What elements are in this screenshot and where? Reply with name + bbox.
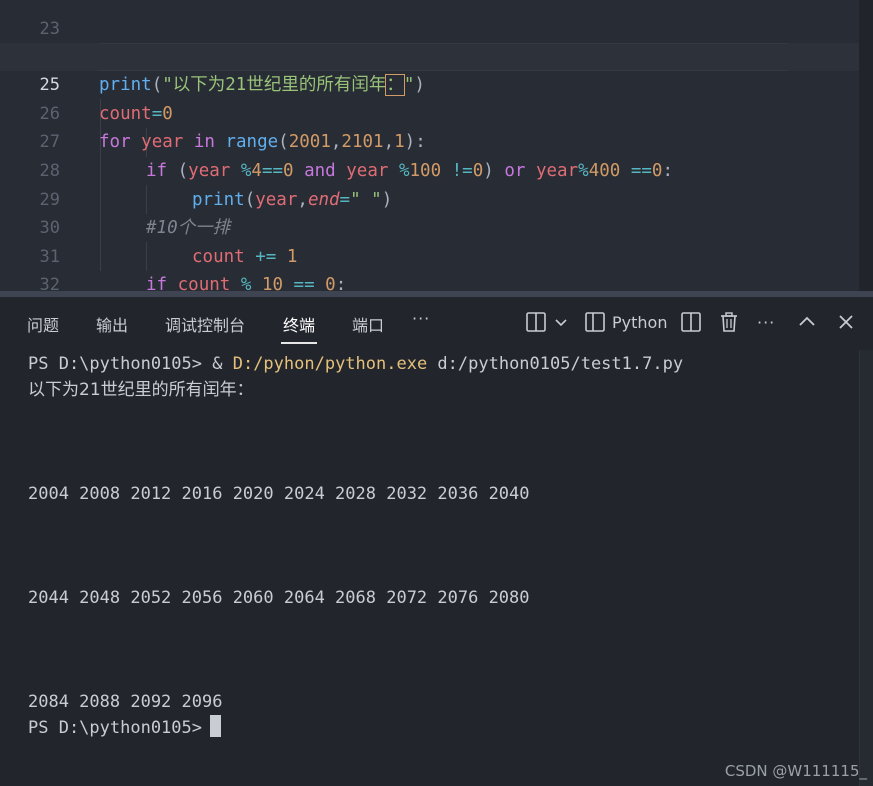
terminal-scrollbar[interactable] — [859, 350, 873, 786]
code-line[interactable]: 32 print() — [0, 243, 873, 293]
code-line[interactable]: 24 print("以下为21世纪里的所有闰年：") — [0, 14, 873, 97]
terminal-instance-label: Python — [612, 312, 668, 332]
terminal-exe-path: D:/pyhon/python.exe — [232, 354, 428, 374]
terminal-cursor — [210, 715, 221, 737]
code-line[interactable]: 28 print(year,end=" ") — [0, 128, 873, 210]
code-line[interactable]: 26 for year in range(2001,2101,1): — [0, 71, 873, 153]
tab-ports[interactable]: 端口 — [352, 312, 384, 336]
terminal-instance-python[interactable]: Python — [584, 309, 667, 335]
terminal-command-line: PS D:\python0105> & D:/pyhon/python.exe … — [28, 351, 683, 377]
tab-terminal[interactable]: 终端 — [280, 312, 318, 344]
terminal-output-row: 2084 2088 2092 2096 — [28, 692, 223, 712]
terminal-arg: d:/python0105/test1.7.py — [427, 354, 684, 374]
code-line[interactable]: 33 — [0, 271, 873, 293]
close-icon — [839, 315, 853, 329]
more-views-button[interactable]: ··· — [412, 309, 430, 328]
panel-tab-bar: 问题 输出 调试控制台 终端 端口 ··· Python ··· — [0, 297, 873, 347]
terminal-prompt-line: PS D:\python0105> — [28, 715, 221, 741]
chevron-up-icon — [799, 316, 815, 326]
code-line[interactable]: 29 #10个一排 — [0, 157, 873, 239]
split-layout-icon — [526, 312, 546, 332]
split-icon — [681, 312, 701, 332]
kill-terminal-button[interactable] — [718, 309, 740, 335]
terminal-prompt: PS D:\python0105> — [28, 718, 202, 738]
new-terminal-dropdown[interactable] — [525, 309, 569, 335]
terminal-panel-icon — [585, 312, 605, 332]
code-line[interactable]: 30 count += 1 — [0, 186, 873, 267]
close-panel-button[interactable] — [836, 309, 856, 335]
terminal-output[interactable]: PS D:\python0105> & D:/pyhon/python.exe … — [0, 347, 860, 786]
editor-scrollbar[interactable] — [859, 0, 873, 293]
tab-problems[interactable]: 问题 — [27, 312, 59, 336]
chevron-down-icon — [555, 319, 567, 327]
tab-debug-console[interactable]: 调试控制台 — [165, 312, 245, 336]
watermark: CSDN @W111115_ — [724, 762, 867, 780]
split-terminal-button[interactable] — [680, 309, 702, 335]
code-line[interactable]: 23 — [0, 0, 873, 39]
code-line-active[interactable]: 25 count=0 — [0, 42, 873, 124]
more-actions-button[interactable]: ··· — [757, 309, 775, 335]
terminal-output-row: 2044 2048 2052 2056 2060 2064 2068 2072 … — [28, 588, 530, 608]
code-editor[interactable]: 23 24 print("以下为21世纪里的所有闰年：") 25 count=0… — [0, 0, 873, 293]
trash-icon — [721, 312, 737, 332]
terminal-ampersand: & — [212, 354, 233, 374]
maximize-panel-button[interactable] — [797, 309, 817, 335]
tab-output[interactable]: 输出 — [96, 312, 128, 336]
terminal-output-row: 2004 2008 2012 2016 2020 2024 2028 2032 … — [28, 484, 530, 504]
terminal-output-heading: 以下为21世纪里的所有闰年： — [28, 380, 254, 400]
code-line[interactable]: 27 if (year %4==0 and year %100 !=0) or … — [0, 100, 873, 181]
code-line[interactable]: 31 if count % 10 == 0: — [0, 214, 873, 293]
terminal-prompt: PS D:\python0105> — [28, 354, 213, 374]
